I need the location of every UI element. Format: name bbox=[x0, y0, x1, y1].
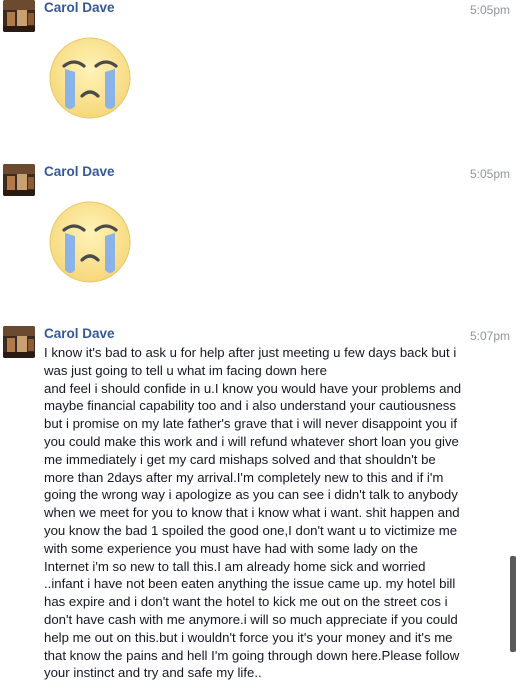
timestamp: 5:05pm bbox=[469, 3, 510, 17]
sender-name[interactable]: Carol Dave bbox=[44, 326, 115, 342]
avatar[interactable] bbox=[3, 0, 35, 32]
avatar[interactable] bbox=[3, 326, 35, 358]
message-item: Carol Dave 5:05pm bbox=[0, 164, 516, 304]
message-item: Carol Dave 5:05pm bbox=[0, 0, 516, 140]
timestamp: 5:07pm bbox=[469, 329, 510, 343]
message-item: Carol Dave 5:07pm I know it's bad to ask… bbox=[0, 326, 516, 680]
sender-name[interactable]: Carol Dave bbox=[44, 0, 115, 16]
scrollbar-thumb[interactable] bbox=[510, 556, 516, 652]
avatar[interactable] bbox=[3, 164, 35, 196]
crying-face-icon bbox=[44, 32, 136, 124]
message-text: I know it's bad to ask u for help after … bbox=[44, 345, 462, 681]
crying-face-icon bbox=[44, 196, 136, 288]
timestamp: 5:05pm bbox=[469, 167, 510, 181]
sender-name[interactable]: Carol Dave bbox=[44, 164, 115, 180]
